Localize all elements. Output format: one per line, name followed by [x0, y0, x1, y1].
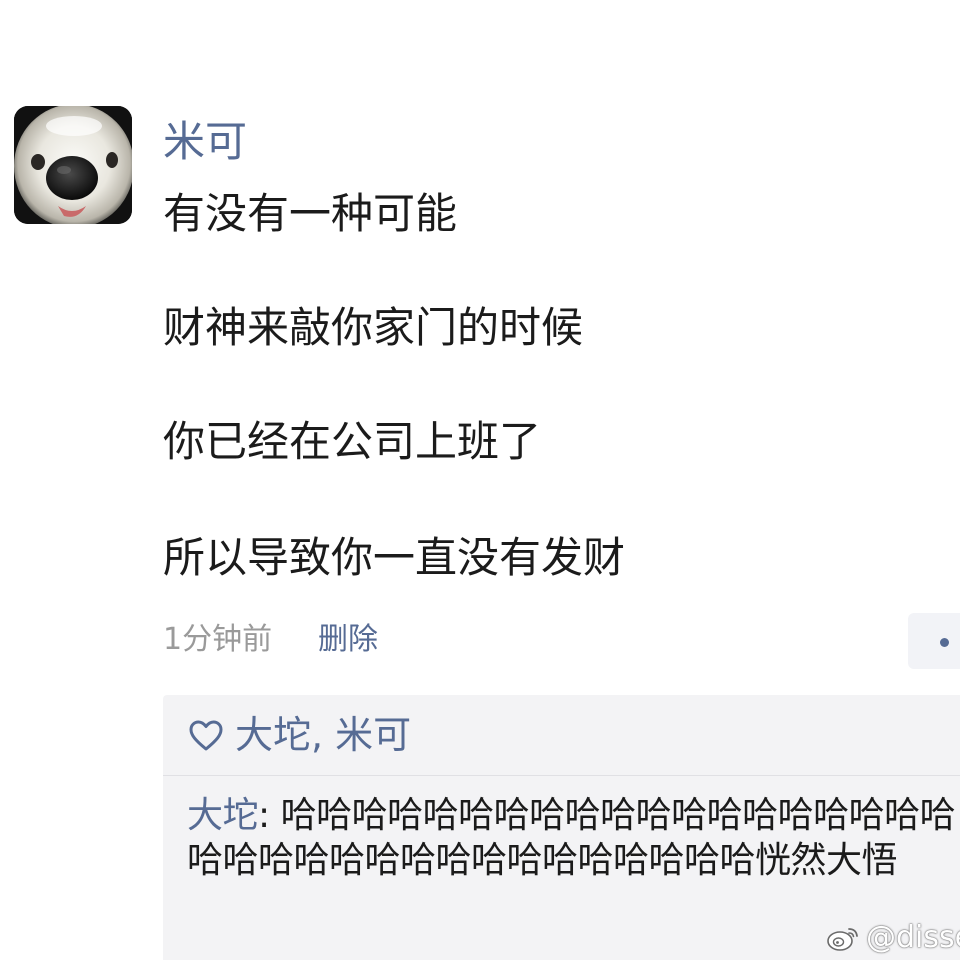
post-text-line: 所以导致你一直没有发财 — [163, 533, 626, 582]
post-text-line: 有没有一种可能 — [163, 189, 458, 238]
post-timestamp: 1分钟前 — [163, 622, 273, 657]
more-options-button[interactable] — [908, 613, 960, 669]
more-dot-icon — [940, 638, 949, 647]
dog-face-avatar[interactable] — [14, 106, 132, 224]
comment-author[interactable]: 大坨 — [187, 795, 259, 836]
dog-face-icon — [14, 106, 132, 224]
post-text-line: 你已经在公司上班了 — [163, 417, 542, 466]
likes-names[interactable]: 大坨, 米可 — [235, 708, 411, 762]
likes-comments-panel: 大坨, 米可 大坨: 哈哈哈哈哈哈哈哈哈哈哈哈哈哈哈哈哈哈哈哈哈哈哈哈哈哈哈哈哈… — [163, 695, 960, 960]
weibo-icon — [827, 928, 858, 951]
delete-button[interactable]: 删除 — [318, 620, 378, 660]
likes-row: 大坨, 米可 — [163, 695, 960, 777]
comment-text: 哈哈哈哈哈哈哈哈哈哈哈哈哈哈哈哈哈哈哈哈哈哈哈哈哈哈哈哈哈哈哈哈哈哈哈恍然大悟 — [187, 795, 956, 881]
moments-post: 米可 有没有一种可能 财神来敲你家门的时候 你已经在公司上班了 所以导致你一直没… — [0, 0, 960, 960]
comment-item[interactable]: 大坨: 哈哈哈哈哈哈哈哈哈哈哈哈哈哈哈哈哈哈哈哈哈哈哈哈哈哈哈哈哈哈哈哈哈哈哈恍… — [187, 793, 960, 883]
divider — [163, 775, 960, 776]
post-author-name[interactable]: 米可 — [163, 114, 247, 170]
watermark-text: @disse — [866, 920, 960, 955]
comment-separator: : — [258, 795, 281, 836]
heart-icon — [189, 720, 223, 751]
post-text-line: 财神来敲你家门的时候 — [163, 303, 584, 352]
